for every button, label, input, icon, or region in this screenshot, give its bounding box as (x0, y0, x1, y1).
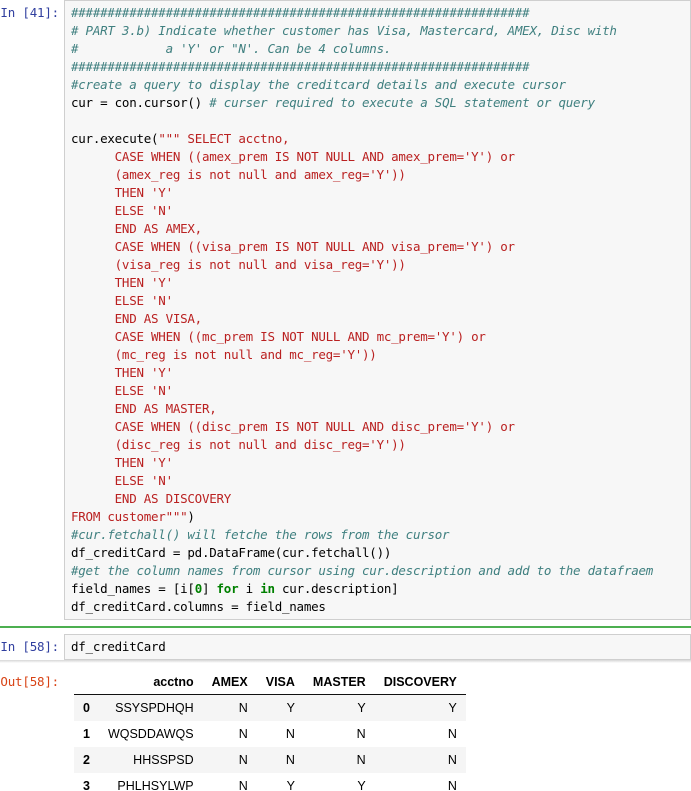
dataframe-body: 0 SSYSPDHQH N Y Y Y 1 WQSDDAWQS N N N N 2 HHSSPSD N N N N… (74, 694, 466, 791)
dataframe-header-row: acctno AMEX VISA MASTER DISCOVERY (74, 671, 466, 695)
dataframe-row: 2 HHSSPSD N N N N (74, 747, 466, 773)
code-token-s: ELSE 'N' (71, 383, 173, 398)
code-token-s: ELSE 'N' (71, 203, 173, 218)
dataframe-cell: Y (286, 701, 295, 715)
code-token-n: field_names = [i[ (71, 581, 195, 596)
code-token-n: ] (201, 581, 217, 596)
code-token-n: cur = con.cursor() (71, 95, 210, 110)
dataframe-cell: N (285, 753, 295, 767)
dataframe-cell: N (238, 779, 248, 791)
input-prompt-41: In [41]: (0, 5, 59, 20)
dataframe-row-index: 1 (83, 727, 90, 741)
dataframe-row: 1 WQSDDAWQS N N N N (74, 721, 466, 747)
dataframe-row-index: 2 (83, 753, 90, 767)
dataframe-cell: N (356, 727, 366, 741)
code-content-41[interactable]: ########################################… (71, 4, 690, 616)
code-editor-41[interactable]: ########################################… (64, 0, 691, 620)
code-token-s: CASE WHEN ((mc_prem IS NOT NULL AND mc_p… (71, 329, 486, 344)
dataframe-cell: N (447, 753, 457, 767)
notebook-cell-output-58: Out[58]: acctno AMEX VISA MASTER DISCOVERY 0… (0, 669, 691, 791)
dataframe-cell: N (447, 779, 457, 791)
code-content-58[interactable]: df_creditCard (71, 638, 690, 656)
code-token-s: THEN 'Y' (71, 185, 173, 200)
code-token-c: # PART 3.b) Indicate whether customer ha… (71, 23, 617, 38)
code-editor-58[interactable]: df_creditCard (64, 634, 691, 660)
code-token-c: #create a query to display the creditcar… (71, 77, 566, 92)
code-token-n: i (238, 581, 261, 596)
code-token-s: (mc_reg is not null and mc_reg='Y')) (71, 347, 377, 362)
notebook-page: In [41]: ###############################… (0, 0, 691, 791)
code-token-n: df_creditCard.columns = field_names (71, 599, 326, 614)
dataframe-cell: N (285, 727, 295, 741)
dataframe-cell: N (356, 753, 366, 767)
dataframe-cell: N (238, 727, 248, 741)
code-token-s: END AS AMEX, (71, 221, 203, 236)
dataframe-cell: HHSSPSD (133, 753, 194, 767)
dataframe-row-index: 3 (83, 779, 90, 791)
code-token-k: for (216, 581, 239, 596)
code-token-s: END AS MASTER, (71, 401, 217, 416)
dataframe-column-header-acctno: acctno (98, 671, 203, 695)
code-token-s: CASE WHEN ((disc_prem IS NOT NULL AND di… (71, 419, 515, 434)
code-token-mi: 0 (194, 581, 203, 596)
dataframe-cell: Y (357, 779, 366, 791)
dataframe-cell: N (238, 753, 248, 767)
dataframe-column-header-master: MASTER (303, 671, 375, 695)
code-token-s: """ SELECT acctno, (158, 131, 290, 146)
output-body: acctno AMEX VISA MASTER DISCOVERY 0 SSYSPDHQH… (64, 669, 691, 791)
code-token-s: ELSE 'N' (71, 293, 173, 308)
code-token-n: cur.description] (274, 581, 399, 596)
code-token-s: (disc_reg is not null and disc_reg='Y')) (71, 437, 406, 452)
code-token-c: ########################################… (71, 5, 530, 20)
dataframe-column-header-visa: VISA (256, 671, 304, 695)
dataframe-head: acctno AMEX VISA MASTER DISCOVERY (74, 671, 466, 695)
code-token-s: THEN 'Y' (71, 365, 173, 380)
dataframe-cell: PHLHSYLWP (117, 779, 194, 791)
code-token-s: ELSE 'N' (71, 473, 173, 488)
dataframe-cell: N (238, 701, 248, 715)
code-token-s: CASE WHEN ((amex_prem IS NOT NULL AND am… (71, 149, 515, 164)
code-token-n: ) (187, 509, 195, 524)
dataframe-row: 0 SSYSPDHQH N Y Y Y (74, 694, 466, 721)
code-token-s: THEN 'Y' (71, 275, 173, 290)
dataframe-column-header-discovery: DISCOVERY (374, 671, 466, 695)
output-prompt-58: Out[58]: (0, 674, 59, 689)
dataframe-cell: Y (357, 701, 366, 715)
dataframe-cell: WQSDDAWQS (107, 727, 194, 741)
code-token-k: in (260, 581, 275, 596)
code-token-s: (visa_reg is not null and visa_reg='Y')) (71, 257, 406, 272)
code-token-n: cur.execute( (71, 131, 159, 146)
input-prompt-58: In [58]: (0, 639, 59, 654)
code-token-c: #cur.fetchall() will fetche the rows fro… (71, 527, 450, 542)
code-token-s: END AS VISA, (71, 311, 203, 326)
code-token-s: CASE WHEN ((visa_prem IS NOT NULL AND vi… (71, 239, 515, 254)
dataframe-table: acctno AMEX VISA MASTER DISCOVERY 0 SSYSPDHQH… (74, 671, 466, 791)
code-token-s: FROM customer""" (71, 509, 188, 524)
code-token-s: END AS DISCOVERY (71, 491, 232, 506)
dataframe-row-index: 0 (83, 701, 90, 715)
code-token-c: ########################################… (71, 59, 530, 74)
dataframe-row: 3 PHLHSYLWP N Y Y N (74, 773, 466, 791)
code-token-c: # curser required to execute a SQL state… (209, 95, 595, 110)
code-token-s: THEN 'Y' (71, 455, 173, 470)
notebook-cell-input-58[interactable]: In [58]: df_creditCard (0, 634, 691, 660)
code-token-s: (amex_reg is not null and amex_reg='Y')) (71, 167, 406, 182)
code-token-n: df_creditCard (71, 639, 166, 654)
dataframe-cell: Y (286, 779, 295, 791)
dataframe-column-header-amex: AMEX (202, 671, 257, 695)
code-token-c: # a 'Y' or "N'. Can be 4 columns. (71, 41, 392, 56)
code-token-n: df_creditCard = pd.DataFrame(cur.fetchal… (71, 545, 392, 560)
dataframe-cell: SSYSPDHQH (115, 701, 194, 715)
code-token-c: #get the column names from cursor using … (71, 563, 654, 578)
notebook-cell-input-41[interactable]: In [41]: ###############################… (0, 0, 691, 620)
dataframe-cell: N (447, 727, 457, 741)
dataframe-cell: Y (448, 701, 457, 715)
dataframe-index-header (74, 671, 99, 695)
